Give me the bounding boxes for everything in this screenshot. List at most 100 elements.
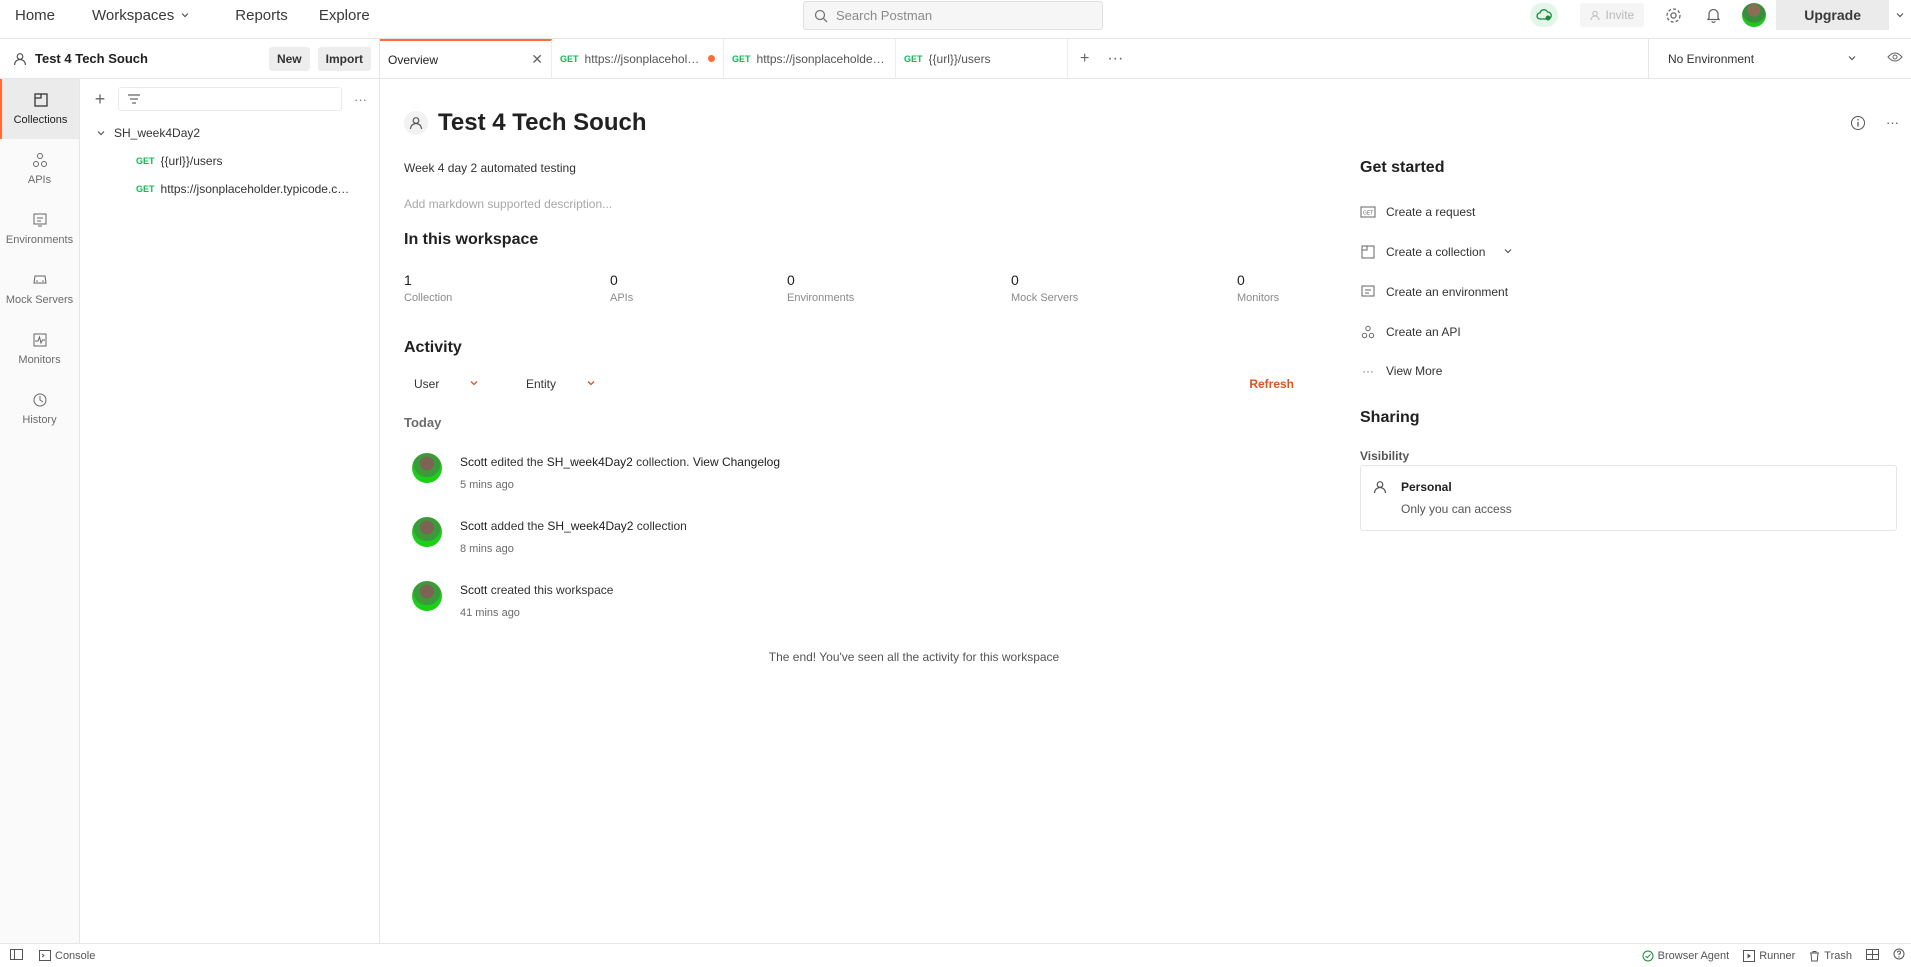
search-placeholder: Search Postman	[836, 8, 933, 23]
workspace-title[interactable]: Test 4 Tech Souch	[35, 51, 269, 66]
invite-button[interactable]: Invite	[1579, 3, 1645, 27]
check-circle-icon	[1642, 950, 1654, 961]
sidebar-item-apis[interactable]: APIs	[0, 139, 79, 199]
stat-apis[interactable]: 0 APIs	[610, 272, 633, 304]
more-options-icon[interactable]: ···	[1886, 115, 1899, 134]
add-collection-icon[interactable]: +	[90, 89, 110, 110]
sidebar-item-history[interactable]: History	[0, 379, 79, 439]
sharing-heading: Sharing	[1360, 409, 1420, 426]
nav-reports[interactable]: Reports	[205, 7, 303, 24]
overview-main: Test 4 Tech Souch ··· Week 4 day 2 autom…	[380, 79, 1911, 943]
user-filter-label: User	[414, 377, 440, 391]
avatar[interactable]	[412, 453, 442, 483]
search-input[interactable]: Search Postman	[803, 1, 1103, 30]
nav-home[interactable]: Home	[0, 7, 70, 24]
activity-verb: created this workspace	[487, 583, 614, 597]
layout-icon[interactable]	[1866, 948, 1879, 963]
sidebar-item-environments[interactable]: Environments	[0, 199, 79, 259]
avatar[interactable]	[412, 517, 442, 547]
create-request-link[interactable]: GET Create a request	[1360, 204, 1475, 220]
toggle-sidebar-icon[interactable]	[10, 948, 23, 963]
chevron-down-icon	[469, 377, 479, 391]
eye-icon[interactable]	[1887, 51, 1903, 66]
visibility-card[interactable]: Personal Only you can access	[1360, 465, 1897, 531]
avatar[interactable]	[412, 581, 442, 611]
environment-selector[interactable]: No Environment	[1648, 39, 1911, 79]
sidebar-item-monitors[interactable]: Monitors	[0, 319, 79, 379]
api-icon	[1360, 324, 1376, 340]
workspace-summary[interactable]: Week 4 day 2 automated testing	[404, 161, 576, 175]
sidebar-item-label: APIs	[27, 174, 52, 186]
stat-label: Collection	[404, 292, 453, 304]
request-item[interactable]: GET https://jsonplaceholder.typicode.com	[80, 175, 379, 203]
refresh-button[interactable]: Refresh	[1249, 377, 1294, 391]
nav-explore[interactable]: Explore	[303, 7, 385, 24]
stat-monitors[interactable]: 0 Monitors	[1237, 272, 1279, 304]
activity-entity[interactable]: SH_week4Day2	[547, 519, 633, 533]
collection-name: SH_week4Day2	[114, 126, 201, 140]
activity-entity[interactable]: SH_week4Day2	[547, 455, 633, 469]
nav-workspaces[interactable]: Workspaces	[70, 7, 205, 24]
workspace-header: Test 4 Tech Souch New Import	[0, 39, 380, 79]
more-options-icon[interactable]: ···	[350, 92, 371, 107]
title-actions: ···	[1850, 115, 1899, 134]
trash-icon	[1810, 950, 1820, 961]
create-request-label: Create a request	[1386, 205, 1476, 219]
tab-overview[interactable]: Overview ✕	[380, 39, 552, 78]
close-icon[interactable]: ✕	[531, 51, 543, 68]
sidebar-rail: Collections APIs Environments Mock Serve…	[0, 79, 80, 943]
collection-item[interactable]: SH_week4Day2	[80, 119, 379, 147]
page-title[interactable]: Test 4 Tech Souch	[438, 109, 647, 137]
view-changelog-link[interactable]: View Changelog	[693, 455, 780, 469]
stat-collections[interactable]: 1 Collection	[404, 272, 452, 304]
import-button[interactable]: Import	[317, 46, 371, 71]
more-tabs-icon[interactable]: ···	[1107, 50, 1123, 68]
activity-user[interactable]: Scott	[460, 583, 487, 597]
stat-mock-servers[interactable]: 0 Mock Servers	[1011, 272, 1078, 304]
new-label: New	[276, 51, 302, 66]
sync-status-icon[interactable]	[1529, 3, 1558, 27]
more-icon: ···	[1362, 364, 1374, 378]
description-field[interactable]: Add markdown supported description...	[404, 197, 612, 211]
create-environment-link[interactable]: Create an environment	[1360, 284, 1508, 300]
tab-request-2[interactable]: GET https://jsonplaceholder.typicode.com	[724, 39, 896, 78]
nav-explore-label: Explore	[318, 6, 370, 24]
nav-workspaces-label: Workspaces	[92, 6, 175, 24]
runner-button[interactable]: Runner	[1743, 949, 1795, 962]
activity-verb: edited the	[487, 455, 547, 469]
activity-user[interactable]: Scott	[460, 519, 487, 533]
collections-toolbar: + ···	[80, 79, 379, 119]
stat-label: Mock Servers	[1011, 292, 1079, 304]
chevron-down-icon[interactable]	[1889, 0, 1911, 30]
activity-user[interactable]: Scott	[460, 455, 487, 469]
notifications-bell-icon[interactable]	[1702, 4, 1724, 26]
runner-icon	[1743, 949, 1756, 962]
user-avatar[interactable]	[1742, 3, 1767, 27]
new-button[interactable]: New	[268, 46, 310, 71]
trash-button[interactable]: Trash	[1809, 950, 1852, 962]
tab-request-1[interactable]: GET https://jsonplaceholder.typicode.com	[552, 39, 724, 78]
user-filter-dropdown[interactable]: User	[414, 377, 479, 391]
top-right-actions: Invite Upgrade	[1529, 0, 1911, 30]
info-icon[interactable]	[1850, 115, 1866, 134]
browser-agent-button[interactable]: Browser Agent	[1642, 950, 1729, 962]
tab-request-3[interactable]: GET {{url}}/users	[896, 39, 1068, 78]
entity-filter-dropdown[interactable]: Entity	[526, 377, 596, 391]
settings-gear-icon[interactable]	[1662, 4, 1684, 26]
top-nav: Home Workspaces Reports Explore	[0, 0, 385, 30]
create-api-link[interactable]: Create an API	[1360, 324, 1461, 340]
filter-input[interactable]	[118, 87, 342, 111]
help-icon[interactable]	[1893, 948, 1905, 963]
create-collection-link[interactable]: Create a collection	[1360, 244, 1513, 260]
stat-environments[interactable]: 0 Environments	[787, 272, 854, 304]
sidebar-item-mock-servers[interactable]: Mock Servers	[0, 259, 79, 319]
collections-panel: + ··· SH_week4Day2 GET {{url}}/users GET…	[80, 79, 380, 943]
sidebar-item-collections[interactable]: Collections	[0, 79, 79, 139]
invite-label: Invite	[1605, 8, 1635, 22]
chevron-down-icon[interactable]	[1503, 245, 1513, 259]
console-button[interactable]: Console	[39, 950, 95, 962]
upgrade-button[interactable]: Upgrade	[1776, 0, 1889, 30]
add-tab-icon[interactable]: +	[1080, 50, 1089, 68]
request-item[interactable]: GET {{url}}/users	[80, 147, 379, 175]
view-more-link[interactable]: ··· View More	[1360, 363, 1442, 379]
